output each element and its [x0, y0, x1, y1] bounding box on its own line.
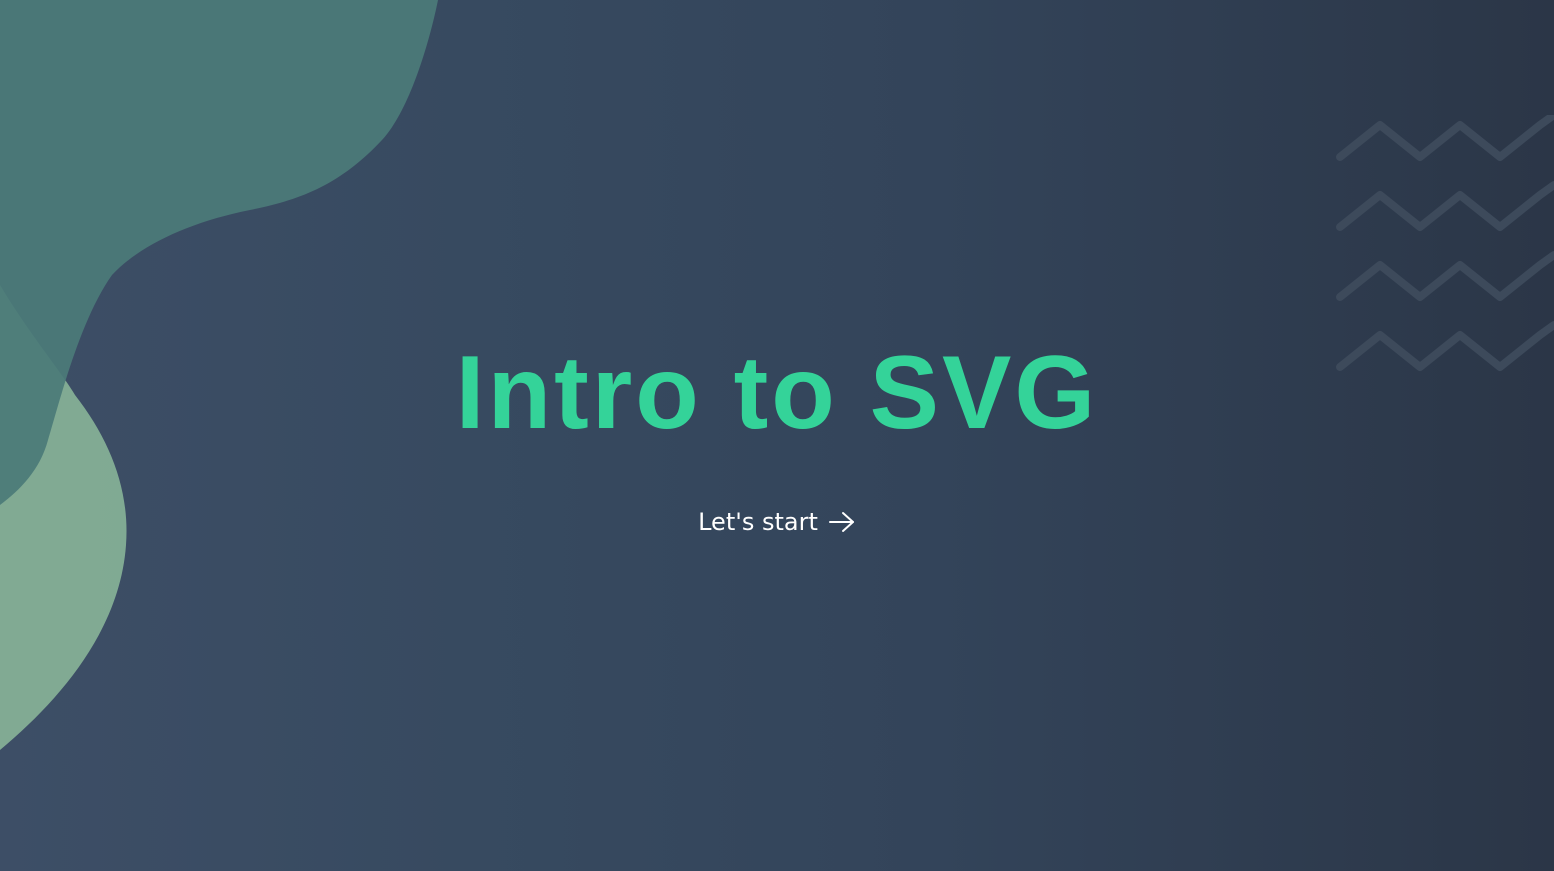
arrow-right-icon [828, 512, 854, 532]
page-title: Intro to SVG [455, 335, 1099, 451]
lets-start-label: Let's start [698, 508, 818, 536]
lets-start-link[interactable]: Let's start [698, 508, 856, 536]
hero-section: Intro to SVG Let's start [0, 340, 1554, 536]
